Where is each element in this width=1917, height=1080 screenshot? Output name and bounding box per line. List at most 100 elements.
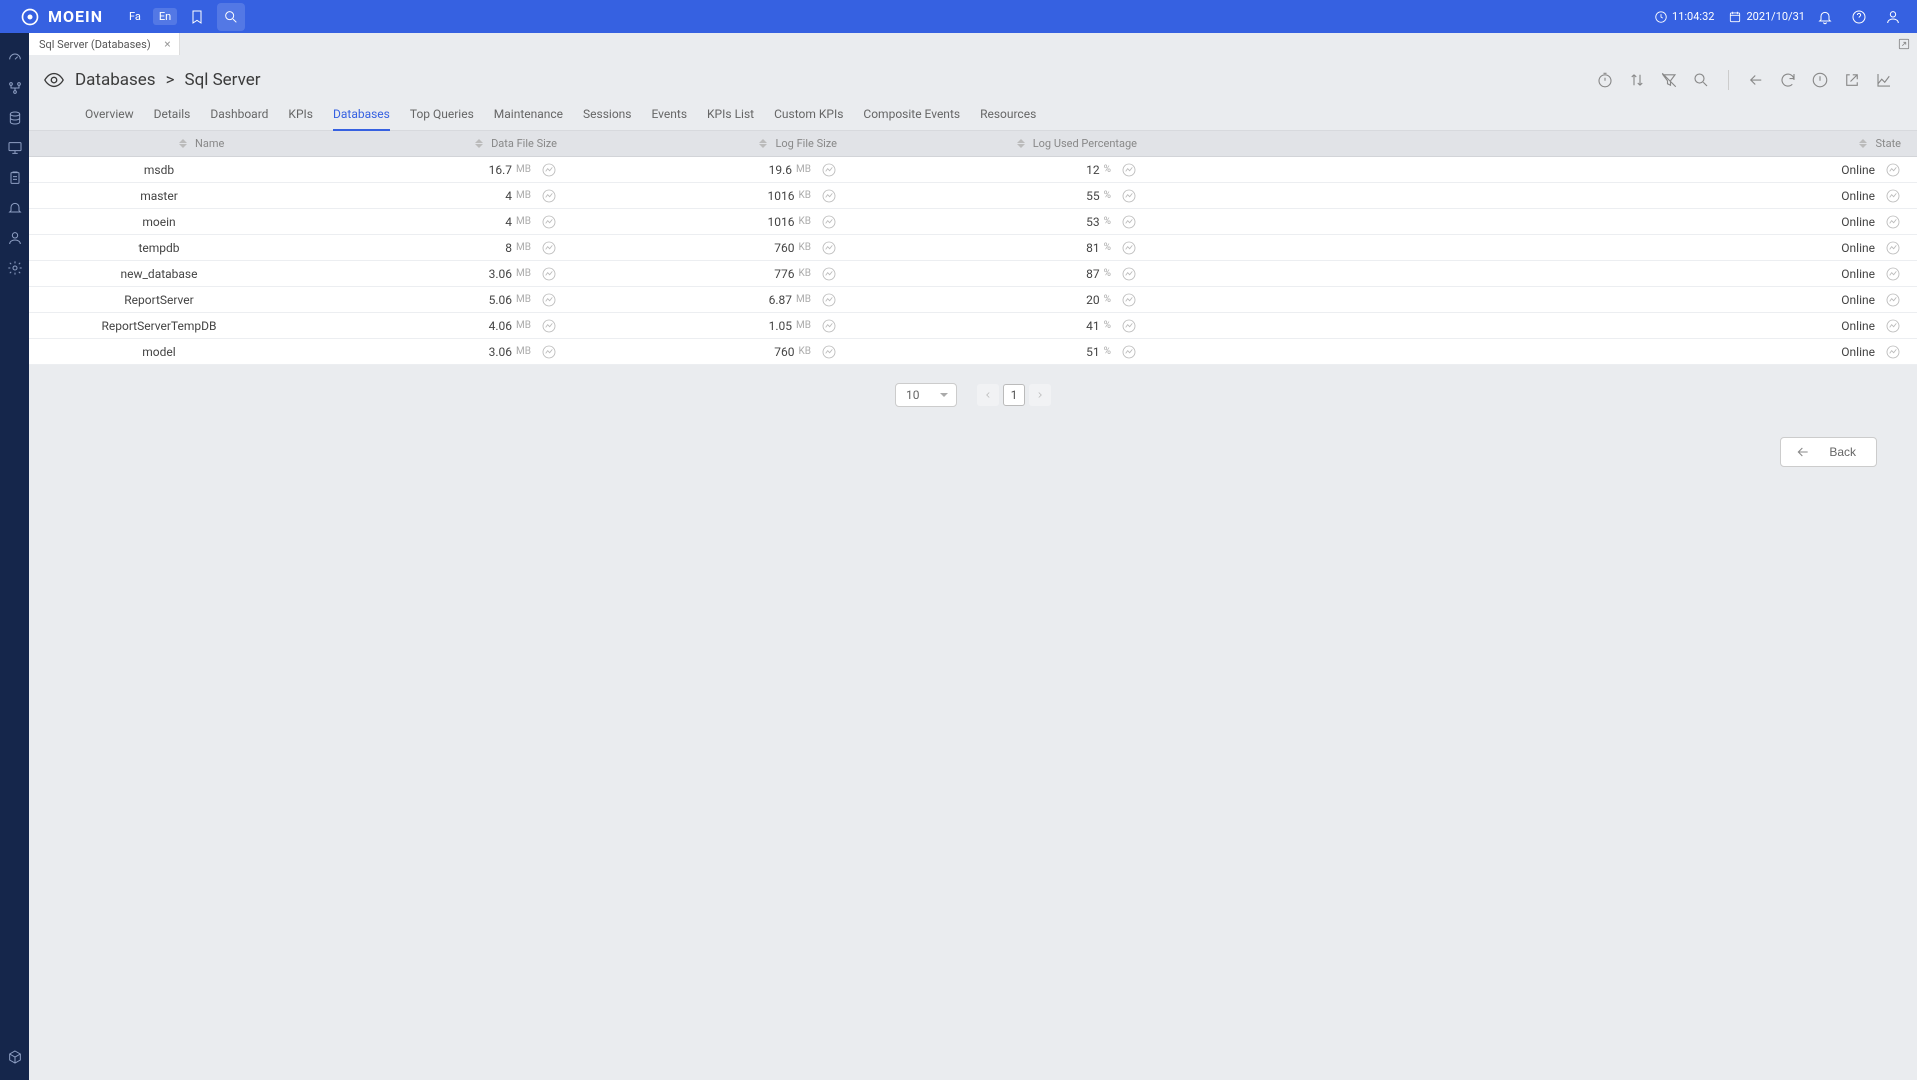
col-header-name[interactable]: Name <box>29 137 289 150</box>
table-row[interactable]: moein4 MB1016 KB53 %Online <box>29 209 1917 235</box>
document-tab[interactable]: Sql Server (Databases) × <box>29 33 180 55</box>
history-icon[interactable] <box>821 214 837 230</box>
clock-display: 11:04:32 <box>1654 10 1714 24</box>
history-icon[interactable] <box>1121 292 1137 308</box>
subtab-kpis[interactable]: KPIs <box>288 101 313 130</box>
page-size-select[interactable]: 10 <box>895 383 957 407</box>
sidebar-item-alerts[interactable] <box>0 193 29 223</box>
history-icon[interactable] <box>1121 266 1137 282</box>
sidebar-item-monitor[interactable] <box>0 133 29 163</box>
page-prev-button[interactable] <box>977 384 999 406</box>
lang-en-button[interactable]: En <box>153 8 177 25</box>
cell-state: Online <box>1149 292 1917 308</box>
subtab-kpis-list[interactable]: KPIs List <box>707 101 754 130</box>
back-button[interactable]: Back <box>1780 437 1877 467</box>
action-search[interactable] <box>1688 67 1714 93</box>
search-button[interactable] <box>217 3 245 31</box>
cell-state: Online <box>1149 214 1917 230</box>
sidebar-item-topology[interactable] <box>0 73 29 103</box>
history-icon[interactable] <box>1121 162 1137 178</box>
table-row[interactable]: msdb16.7 MB19.6 MB12 %Online <box>29 157 1917 183</box>
history-icon[interactable] <box>541 214 557 230</box>
history-icon[interactable] <box>541 162 557 178</box>
subtab-composite-events[interactable]: Composite Events <box>863 101 960 130</box>
lang-fa-button[interactable]: Fa <box>123 8 147 25</box>
col-header-log-file-size[interactable]: Log File Size <box>569 137 849 150</box>
history-icon[interactable] <box>821 318 837 334</box>
sidebar-item-reports[interactable] <box>0 163 29 193</box>
history-icon[interactable] <box>821 240 837 256</box>
history-icon[interactable] <box>1121 318 1137 334</box>
subtab-events[interactable]: Events <box>652 101 688 130</box>
sidebar-item-users[interactable] <box>0 223 29 253</box>
sidebar-item-settings[interactable] <box>0 253 29 283</box>
col-header-state[interactable]: State <box>1149 137 1917 150</box>
notifications-button[interactable] <box>1811 3 1839 31</box>
history-icon[interactable] <box>1885 162 1901 178</box>
bookmark-button[interactable] <box>183 3 211 31</box>
history-icon[interactable] <box>541 344 557 360</box>
subtab-dashboard[interactable]: Dashboard <box>210 101 268 130</box>
history-icon[interactable] <box>1885 344 1901 360</box>
history-icon[interactable] <box>821 344 837 360</box>
maximize-button[interactable] <box>1895 35 1913 53</box>
action-open[interactable] <box>1839 67 1865 93</box>
action-chart[interactable] <box>1871 67 1897 93</box>
user-profile-button[interactable] <box>1879 3 1907 31</box>
sort-arrows-icon <box>179 138 189 150</box>
history-icon[interactable] <box>1885 188 1901 204</box>
action-sort[interactable] <box>1624 67 1650 93</box>
subtab-details[interactable]: Details <box>154 101 191 130</box>
history-icon[interactable] <box>1121 240 1137 256</box>
history-icon[interactable] <box>1885 266 1901 282</box>
history-icon[interactable] <box>1885 318 1901 334</box>
history-icon[interactable] <box>821 162 837 178</box>
help-button[interactable] <box>1845 3 1873 31</box>
history-icon[interactable] <box>1121 188 1137 204</box>
arrow-left-icon <box>1795 444 1811 460</box>
subtab-overview[interactable]: Overview <box>85 101 134 130</box>
history-icon[interactable] <box>541 188 557 204</box>
history-icon[interactable] <box>1885 292 1901 308</box>
history-icon[interactable] <box>821 266 837 282</box>
history-icon[interactable] <box>1121 344 1137 360</box>
sidebar-item-app[interactable] <box>0 1042 29 1072</box>
table-row[interactable]: ReportServerTempDB4.06 MB1.05 MB41 %Onli… <box>29 313 1917 339</box>
subtab-databases[interactable]: Databases <box>333 101 390 131</box>
history-icon[interactable] <box>541 318 557 334</box>
subtab-sessions[interactable]: Sessions <box>583 101 631 130</box>
col-header-log-used-pct[interactable]: Log Used Percentage <box>849 137 1149 150</box>
sidebar-item-databases[interactable] <box>0 103 29 133</box>
table-row[interactable]: ReportServer5.06 MB6.87 MB20 %Online <box>29 287 1917 313</box>
col-header-data-file-size[interactable]: Data File Size <box>289 137 569 150</box>
history-icon[interactable] <box>1885 240 1901 256</box>
history-icon[interactable] <box>1121 214 1137 230</box>
sidebar-item-dashboard[interactable] <box>0 43 29 73</box>
history-icon[interactable] <box>821 188 837 204</box>
action-filter-off[interactable] <box>1656 67 1682 93</box>
history-icon[interactable] <box>1885 214 1901 230</box>
history-icon[interactable] <box>821 292 837 308</box>
history-icon[interactable] <box>541 266 557 282</box>
history-icon[interactable] <box>541 292 557 308</box>
help-icon <box>1851 9 1867 25</box>
subtab-custom-kpis[interactable]: Custom KPIs <box>774 101 843 130</box>
history-icon[interactable] <box>541 240 557 256</box>
table-row[interactable]: model3.06 MB760 KB51 %Online <box>29 339 1917 365</box>
table-row[interactable]: tempdb8 MB760 KB81 %Online <box>29 235 1917 261</box>
subtab-resources[interactable]: Resources <box>980 101 1036 130</box>
table-row[interactable]: new_database3.06 MB776 KB87 %Online <box>29 261 1917 287</box>
cell-log-used-pct: 87 % <box>849 266 1149 282</box>
cell-data-file-size: 3.06 MB <box>289 344 569 360</box>
subtab-maintenance[interactable]: Maintenance <box>494 101 563 130</box>
page-next-button[interactable] <box>1029 384 1051 406</box>
subtab-top-queries[interactable]: Top Queries <box>410 101 474 130</box>
page-number[interactable]: 1 <box>1003 384 1025 406</box>
close-tab-button[interactable]: × <box>164 37 170 51</box>
action-schedule[interactable] <box>1592 67 1618 93</box>
action-back[interactable] <box>1743 67 1769 93</box>
action-refresh[interactable] <box>1775 67 1801 93</box>
sort-arrows-icon <box>1017 138 1027 150</box>
table-row[interactable]: master4 MB1016 KB55 %Online <box>29 183 1917 209</box>
action-info[interactable] <box>1807 67 1833 93</box>
